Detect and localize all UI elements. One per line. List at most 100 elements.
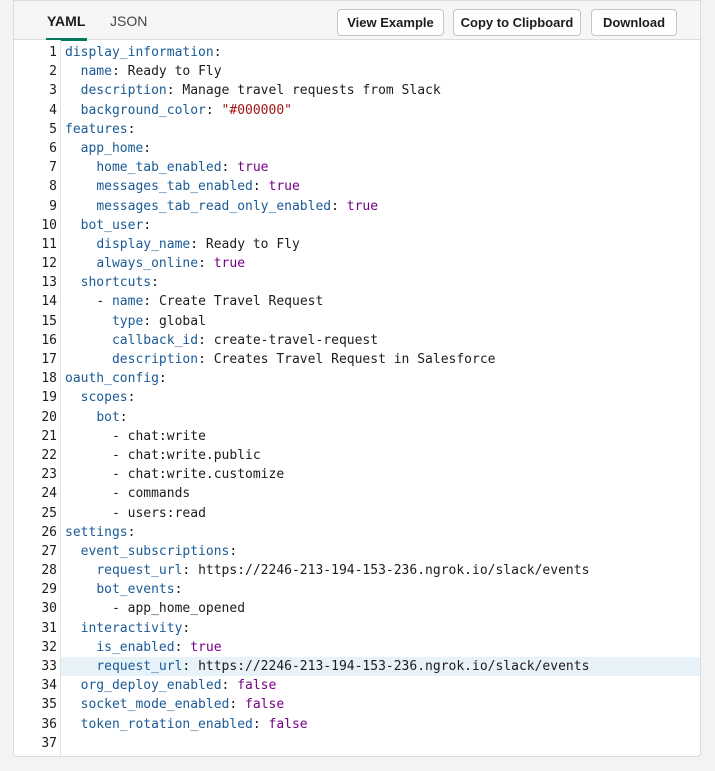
code-line[interactable]: 26 settings: <box>14 523 700 542</box>
colon: : <box>111 64 120 80</box>
yaml-key: token_rotation_enabled <box>80 716 253 732</box>
code-line[interactable]: 18 oauth_config: <box>14 369 700 388</box>
line-number: 19 <box>41 390 57 406</box>
line-number: 12 <box>41 256 57 272</box>
line-number: 6 <box>49 140 57 156</box>
code-line[interactable]: 36 token_rotation_enabled: false <box>14 715 700 734</box>
tab-yaml[interactable]: YAML <box>45 1 88 41</box>
code-lines[interactable]: 1 display_information: 2 name: Ready to Fl… <box>14 43 700 753</box>
yaml-key: messages_tab_enabled <box>96 179 253 195</box>
code-line[interactable]: 1 display_information: <box>14 43 700 62</box>
code-line[interactable]: 15 type: global <box>14 312 700 331</box>
colon: : <box>158 371 167 387</box>
code-text: - chat:write.customize <box>65 465 284 484</box>
code-line[interactable]: 10 bot_user: <box>14 216 700 235</box>
code-line[interactable]: 30 - app_home_opened <box>14 599 700 618</box>
code-text: messages_tab_read_only_enabled: true <box>65 197 378 216</box>
copy-to-clipboard-button[interactable]: Copy to Clipboard <box>453 9 581 36</box>
code-line[interactable]: 27 event_subscriptions: <box>14 542 700 561</box>
code-line[interactable]: 29 bot_events: <box>14 580 700 599</box>
code-line[interactable]: 35 socket_mode_enabled: false <box>14 695 700 714</box>
yaml-key: settings <box>65 524 128 540</box>
code-line[interactable]: 16 callback_id: create-travel-request <box>14 331 700 350</box>
code-line[interactable]: 25 - users:read <box>14 504 700 523</box>
yaml-key: background_color <box>80 102 206 118</box>
code-text: messages_tab_enabled: true <box>65 177 300 196</box>
code-line[interactable]: 32 is_enabled: true <box>14 638 700 657</box>
line-number: 20 <box>41 409 57 425</box>
yaml-value: true <box>190 639 222 655</box>
code-line[interactable]: 2 name: Ready to Fly <box>14 62 700 81</box>
code-line[interactable]: 8 messages_tab_enabled: true <box>14 177 700 196</box>
code-text: - users:read <box>65 504 206 523</box>
yaml-value: chat:write <box>127 428 206 444</box>
code-line[interactable]: 24 - commands <box>14 484 700 503</box>
yaml-key: home_tab_enabled <box>96 160 222 176</box>
code-line[interactable]: 6 app_home: <box>14 139 700 158</box>
colon: : <box>205 102 214 118</box>
line-number: 27 <box>41 543 57 559</box>
download-button[interactable]: Download <box>591 9 677 36</box>
view-example-button[interactable]: View Example <box>337 9 444 36</box>
yaml-value: chat:write.customize <box>127 467 285 483</box>
code-line[interactable]: 12 always_online: true <box>14 254 700 273</box>
code-line[interactable]: 22 - chat:write.public <box>14 446 700 465</box>
line-number: 34 <box>41 678 57 694</box>
code-line[interactable]: 14 - name: Create Travel Request <box>14 292 700 311</box>
code-line[interactable]: 5 features: <box>14 120 700 139</box>
yaml-value: Creates Travel Request in Salesforce <box>213 352 496 367</box>
list-dash: - <box>111 505 128 521</box>
line-number: 3 <box>49 83 57 99</box>
code-line[interactable]: 19 scopes: <box>14 388 700 407</box>
code-line[interactable]: 7 home_tab_enabled: true <box>14 158 700 177</box>
colon: : <box>143 313 152 329</box>
line-number: 17 <box>41 352 57 367</box>
code-line[interactable]: 4 background_color: "#000000" <box>14 101 700 120</box>
code-line[interactable]: 31 interactivity: <box>14 619 700 638</box>
colon: : <box>127 524 136 540</box>
yaml-value: true <box>346 198 379 214</box>
colon: : <box>198 332 206 348</box>
code-line[interactable]: 13 shortcuts: <box>14 273 700 292</box>
code-line[interactable]: 9 messages_tab_read_only_enabled: true <box>14 197 700 216</box>
line-number: 37 <box>41 735 57 751</box>
code-line[interactable]: 21 - chat:write <box>14 427 700 446</box>
yaml-key: socket_mode_enabled <box>80 697 230 713</box>
line-number: 23 <box>41 467 57 483</box>
colon: : <box>252 179 261 195</box>
code-text: socket_mode_enabled: false <box>65 695 285 714</box>
code-line[interactable]: 3 description: Manage travel requests fr… <box>14 81 700 100</box>
code-line[interactable]: 23 - chat:write.customize <box>14 465 700 484</box>
code-text: shortcuts: <box>65 273 159 292</box>
code-line[interactable]: 28 request_url: https://2246-213-194-153… <box>14 561 700 580</box>
line-number: 5 <box>49 121 57 137</box>
yaml-value: true <box>237 160 269 176</box>
yaml-key: request_url <box>96 659 183 674</box>
code-text: settings: <box>65 523 135 542</box>
code-line[interactable]: 34 org_deploy_enabled: false <box>14 676 700 695</box>
code-text: callback_id: create-travel-request <box>65 331 378 350</box>
code-line[interactable]: 20 bot: <box>14 408 700 427</box>
colon: : <box>143 140 152 156</box>
code-line[interactable]: 33 request_url: https://2246-213-194-153… <box>14 657 700 677</box>
colon: : <box>190 236 199 252</box>
code-text: request_url: https://2246-213-194-153-23… <box>65 561 589 580</box>
code-line[interactable]: 37 <box>14 734 700 753</box>
yaml-value: Create Travel Request <box>158 294 324 310</box>
code-editor[interactable]: 1 display_information: 2 name: Ready to Fl… <box>14 40 700 756</box>
code-line[interactable]: 11 display_name: Ready to Fly <box>14 235 700 254</box>
tab-json[interactable]: JSON <box>110 1 147 40</box>
code-line[interactable]: 17 description: Creates Travel Request i… <box>14 350 700 369</box>
